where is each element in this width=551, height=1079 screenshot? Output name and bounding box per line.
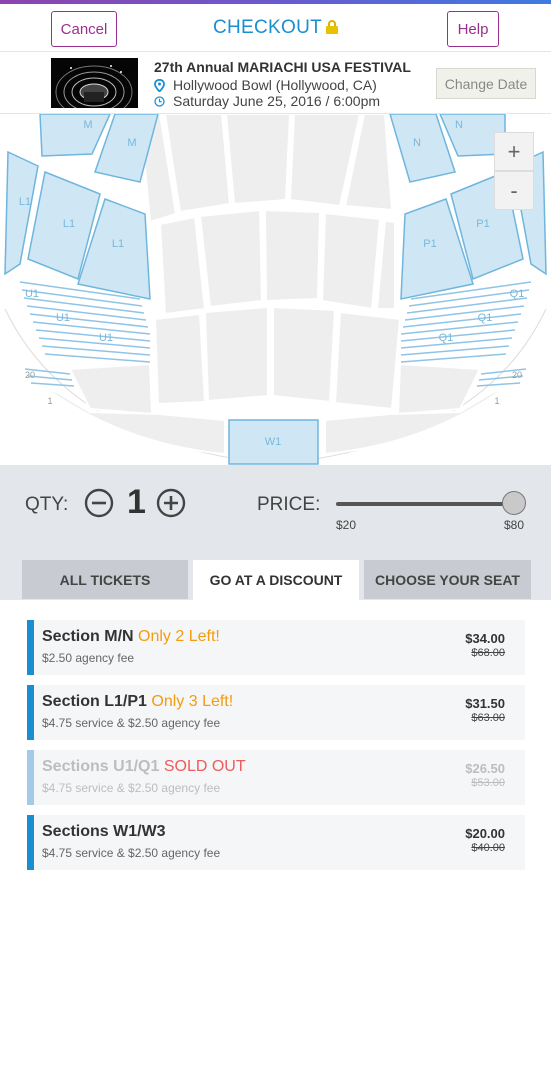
listing-fee: $4.75 service & $2.50 agency fee bbox=[42, 846, 221, 860]
checkout-header: Cancel CHECKOUT Help bbox=[0, 4, 551, 52]
map-label-l1c: L1 bbox=[112, 238, 124, 250]
listing-original-price: $40.00 bbox=[471, 842, 505, 854]
price-max-label: $80 bbox=[504, 518, 525, 532]
listing-accent-bar bbox=[27, 685, 34, 740]
listing-fee: $2.50 agency fee bbox=[42, 651, 135, 665]
listing-price: $34.00 bbox=[465, 631, 505, 646]
location-pin-icon bbox=[154, 78, 165, 92]
clock-icon bbox=[154, 95, 165, 107]
listing-name: Sections U1/Q1 SOLD OUT bbox=[42, 758, 246, 776]
map-label-u1c: U1 bbox=[99, 332, 113, 344]
listing-item[interactable]: Sections W1/W3 $4.75 service & $2.50 age… bbox=[27, 815, 525, 870]
map-label-l1b: L1 bbox=[63, 218, 75, 230]
price-slider-track[interactable] bbox=[336, 502, 516, 506]
listing-item[interactable]: Section L1/P1 Only 3 Left! $4.75 service… bbox=[27, 685, 525, 740]
plus-circle-icon bbox=[156, 488, 186, 518]
map-label-u1b: U1 bbox=[56, 312, 70, 324]
listing-fee: $4.75 service & $2.50 agency fee bbox=[42, 781, 221, 795]
price-label: PRICE: bbox=[257, 494, 321, 515]
listing-name: Section L1/P1 Only 3 Left! bbox=[42, 693, 233, 711]
listing-accent-bar bbox=[27, 815, 34, 870]
listing-item: Sections U1/Q1 SOLD OUT $4.75 service & … bbox=[27, 750, 525, 805]
tab-go-at-a-discount[interactable]: GO AT A DISCOUNT bbox=[193, 560, 359, 600]
qty-label: QTY: bbox=[25, 494, 69, 515]
listing-accent-bar bbox=[27, 620, 34, 675]
map-label-m1: M bbox=[83, 119, 92, 131]
listing-availability-note: Only 3 Left! bbox=[151, 693, 234, 710]
listing-original-price: $63.00 bbox=[471, 712, 505, 724]
event-thumbnail bbox=[51, 58, 138, 108]
map-label-m2: M bbox=[127, 137, 136, 149]
help-button[interactable]: Help bbox=[447, 11, 499, 47]
map-label-w1: W1 bbox=[265, 436, 282, 448]
listing-price: $31.50 bbox=[465, 696, 505, 711]
map-label-u1a: U1 bbox=[25, 288, 39, 300]
event-venue-text: Hollywood Bowl (Hollywood, CA) bbox=[173, 77, 377, 93]
listing-fee: $4.75 service & $2.50 agency fee bbox=[42, 716, 221, 730]
zoom-in-button[interactable]: + bbox=[494, 132, 534, 171]
qty-decrement-button[interactable] bbox=[84, 488, 114, 518]
seating-map[interactable]: M M N N L1 L1 L1 P1 P1 U1 U1 U1 Q1 Q1 Q1… bbox=[0, 114, 551, 465]
map-label-q1c: Q1 bbox=[439, 332, 454, 344]
map-row-1-right: 1 bbox=[494, 396, 499, 406]
listing-price: $20.00 bbox=[465, 826, 505, 841]
map-row-20-left: 20 bbox=[25, 370, 35, 380]
listing-item[interactable]: Section M/N Only 2 Left! $2.50 agency fe… bbox=[27, 620, 525, 675]
listing-section-name: Section L1/P1 bbox=[42, 693, 147, 710]
price-min-label: $20 bbox=[336, 518, 357, 532]
quantity-price-panel: QTY: 1 PRICE: $20 $80 ALL TICKETS GO AT … bbox=[0, 465, 551, 600]
event-summary: 27th Annual MARIACHI USA FESTIVAL Hollyw… bbox=[0, 53, 551, 114]
listing-sold-out-badge: SOLD OUT bbox=[163, 758, 246, 775]
map-label-n2: N bbox=[413, 137, 421, 149]
map-label-q1b: Q1 bbox=[478, 312, 493, 324]
map-label-p1b: P1 bbox=[423, 238, 436, 250]
map-row-1-left: 1 bbox=[47, 396, 52, 406]
qty-increment-button[interactable] bbox=[156, 488, 186, 518]
event-title: 27th Annual MARIACHI USA FESTIVAL bbox=[154, 59, 411, 75]
event-date: Saturday June 25, 2016 / 6:00pm bbox=[154, 93, 380, 109]
tab-choose-your-seat[interactable]: CHOOSE YOUR SEAT bbox=[364, 560, 531, 599]
minus-circle-icon bbox=[84, 488, 114, 518]
listing-section-name: Section M/N bbox=[42, 628, 134, 645]
event-venue: Hollywood Bowl (Hollywood, CA) bbox=[154, 77, 377, 93]
listing-price: $26.50 bbox=[465, 761, 505, 776]
price-slider-handle[interactable] bbox=[502, 491, 526, 515]
map-label-q1a: Q1 bbox=[510, 288, 525, 300]
map-row-20-right: 20 bbox=[512, 370, 522, 380]
listing-name: Sections W1/W3 bbox=[42, 823, 166, 841]
listing-name: Section M/N Only 2 Left! bbox=[42, 628, 220, 646]
listing-original-price: $53.00 bbox=[471, 777, 505, 789]
map-label-l1a: L1 bbox=[19, 196, 31, 208]
tab-all-tickets[interactable]: ALL TICKETS bbox=[22, 560, 188, 599]
listing-section-name: Sections U1/Q1 bbox=[42, 758, 160, 775]
listing-section-name: Sections W1/W3 bbox=[42, 823, 166, 840]
map-label-n1: N bbox=[455, 119, 463, 131]
listing-original-price: $68.00 bbox=[471, 647, 505, 659]
map-label-p1a: P1 bbox=[476, 218, 489, 230]
zoom-out-button[interactable]: - bbox=[494, 171, 534, 210]
lock-icon bbox=[326, 20, 338, 34]
page-title-text: CHECKOUT bbox=[212, 17, 322, 38]
event-date-text: Saturday June 25, 2016 / 6:00pm bbox=[173, 93, 381, 109]
listing-accent-bar bbox=[27, 750, 34, 805]
change-date-button[interactable]: Change Date bbox=[436, 68, 536, 99]
listing-availability-note: Only 2 Left! bbox=[138, 628, 220, 645]
qty-value: 1 bbox=[127, 483, 146, 521]
